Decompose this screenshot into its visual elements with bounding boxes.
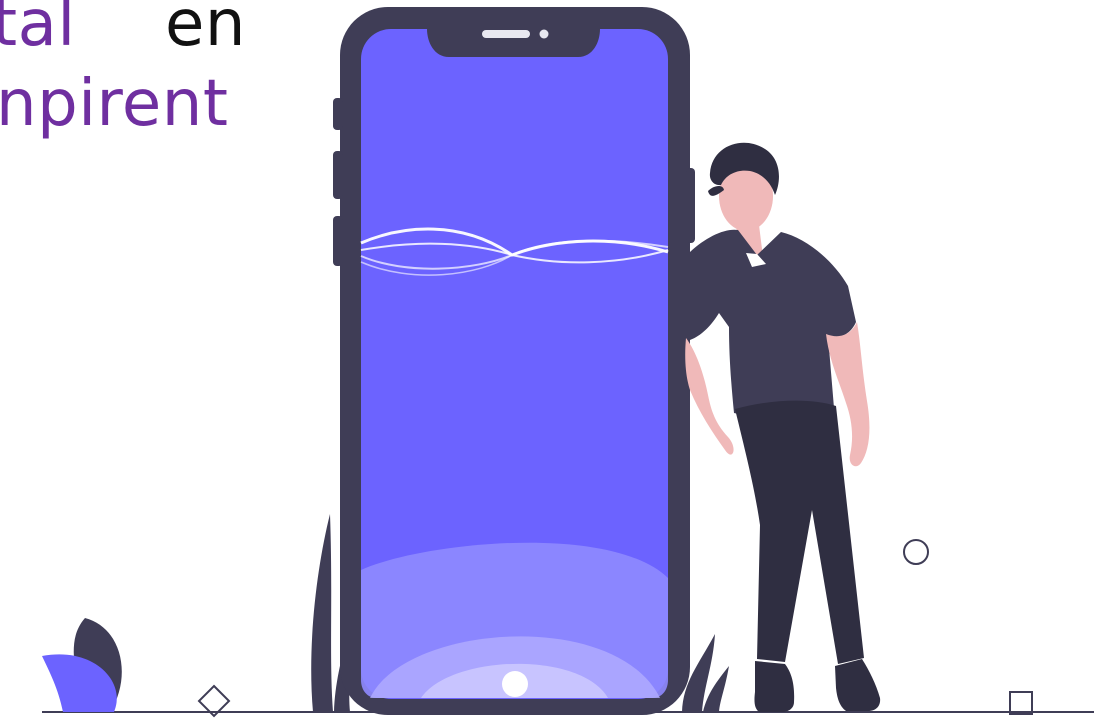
home-button-icon (502, 671, 528, 697)
person-shirt (690, 229, 856, 418)
phone-side-button-3 (333, 216, 343, 266)
speaker-grille-icon (482, 30, 530, 38)
person-right-shoe (835, 659, 881, 711)
person-left-shoe (754, 661, 795, 712)
phone-power-button (686, 168, 695, 243)
phone-side-button-1 (333, 98, 343, 130)
grass-left-tall-icon (311, 514, 333, 712)
phone-side-button-2 (333, 151, 343, 199)
person-left-arm (685, 338, 734, 455)
phone-person-illustration (42, 7, 1094, 718)
illustration-stage: tal en npirent (0, 0, 1102, 718)
person-pants (735, 400, 864, 664)
camera-icon (539, 29, 549, 39)
circle-outline-icon (903, 539, 929, 565)
square-outline-icon (1009, 691, 1033, 715)
